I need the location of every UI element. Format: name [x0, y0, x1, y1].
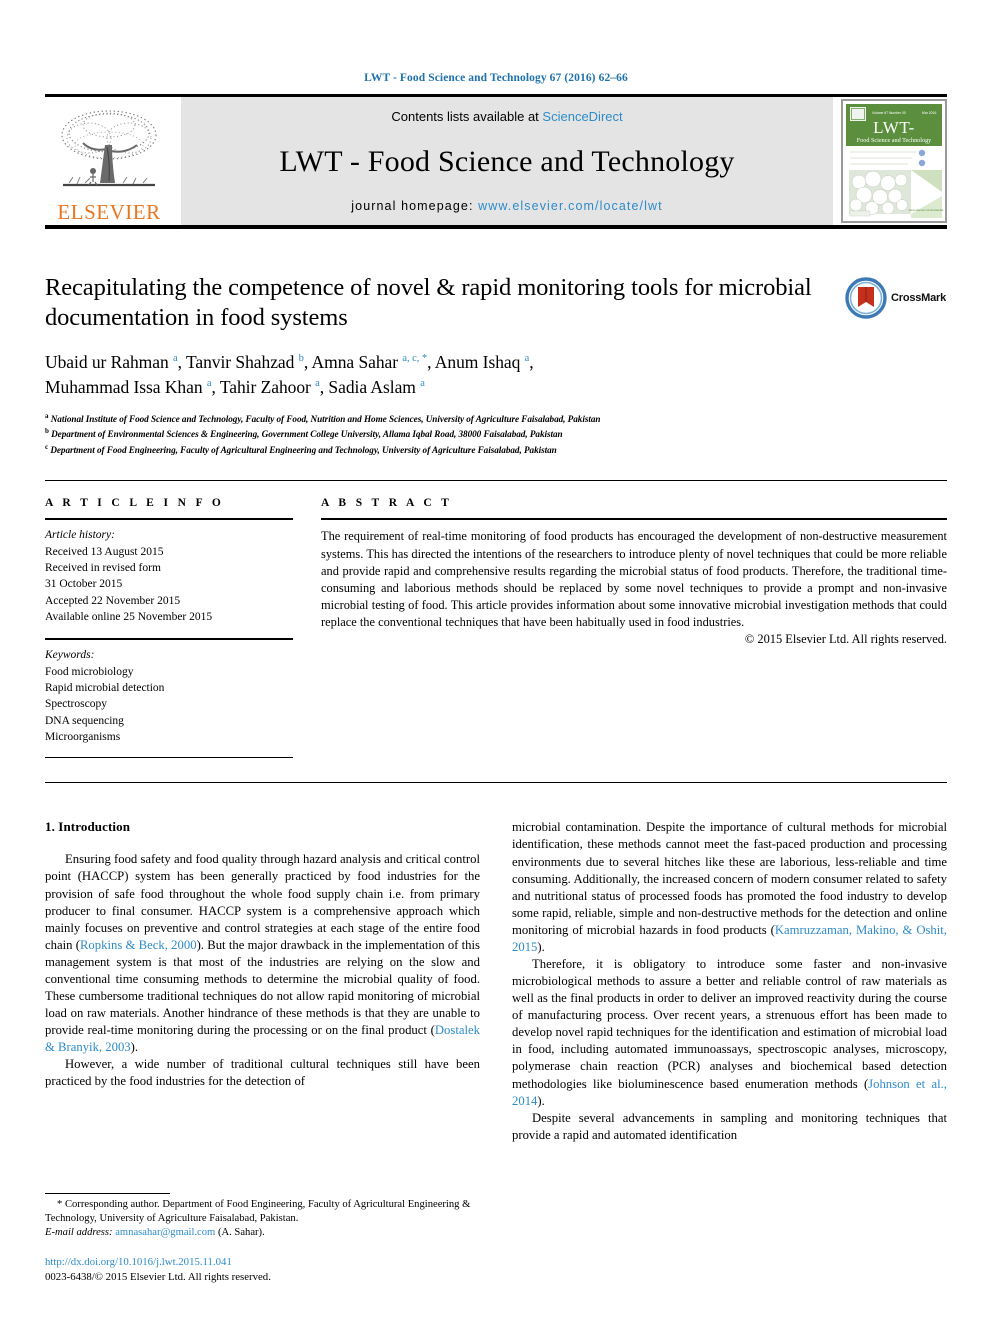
history-item: 31 October 2015	[45, 578, 123, 591]
affiliation-a: a National Institute of Food Science and…	[45, 411, 837, 427]
journal-cover-thumbnail: Volume 67 Number 00 Mar 2016 LWT- Food S…	[841, 99, 947, 223]
svg-text:www.elsevier.com/locate/lwt: www.elsevier.com/locate/lwt	[909, 208, 944, 212]
doi-link[interactable]: http://dx.doi.org/10.1016/j.lwt.2015.11.…	[45, 1255, 480, 1270]
corresponding-author-text: * Corresponding author. Department of Fo…	[45, 1198, 471, 1224]
homepage-prefix: journal homepage:	[351, 199, 474, 213]
affiliation-mark-a: a	[45, 411, 49, 420]
keywords-label: Keywords:	[45, 649, 95, 662]
journal-homepage-line: journal homepage: www.elsevier.com/locat…	[351, 199, 662, 213]
masthead-bottom-rule	[45, 225, 947, 229]
paragraph-text: ).	[537, 1093, 545, 1108]
affiliation-mark-c: c	[45, 443, 49, 452]
paragraph: Ensuring food safety and food quality th…	[45, 851, 480, 1056]
article-info-column: A R T I C L E I N F O Article history: R…	[45, 497, 293, 759]
article-info-heading: A R T I C L E I N F O	[45, 497, 225, 510]
affiliation-mark-b: b	[45, 427, 49, 436]
body-column-right: microbial contamination. Despite the imp…	[512, 819, 947, 1237]
keyword-item: Rapid microbial detection	[45, 682, 165, 695]
author-list: Ubaid ur Rahman a, Tanvir Shahzad b, Amn…	[45, 350, 837, 401]
keyword-list: Keywords: Food microbiology Rapid microb…	[45, 640, 293, 745]
elsevier-tree-icon	[61, 110, 157, 187]
affiliation-list: a National Institute of Food Science and…	[45, 411, 837, 459]
body-columns: 1. Introduction Ensuring food safety and…	[45, 819, 947, 1237]
affiliation-text-a: National Institute of Food Science and T…	[50, 413, 601, 424]
keyword-item: Food microbiology	[45, 665, 134, 678]
affiliation-text-b: Department of Environmental Sciences & E…	[51, 429, 563, 440]
crossmark-icon	[845, 277, 887, 319]
body-top-rule	[45, 782, 947, 784]
keyword-item: Spectroscopy	[45, 698, 107, 711]
sciencedirect-link[interactable]: ScienceDirect	[542, 109, 622, 124]
paragraph-text: However, a wide number of traditional cu…	[45, 1057, 480, 1089]
article-title: Recapitulating the competence of novel &…	[45, 274, 812, 331]
running-head: LWT - Food Science and Technology 67 (20…	[364, 72, 628, 84]
issn-copyright-line: 0023-6438/© 2015 Elsevier Ltd. All right…	[45, 1271, 271, 1284]
affiliation-text-c: Department of Food Engineering, Faculty …	[50, 445, 557, 456]
corresponding-author-note: * Corresponding author. Department of Fo…	[45, 1198, 480, 1241]
keywords-bottom-rule	[45, 757, 293, 759]
article-history-label: Article history:	[45, 529, 115, 542]
paragraph: However, a wide number of traditional cu…	[45, 1056, 480, 1090]
section-heading-introduction: 1. Introduction	[45, 819, 131, 835]
title-block: Recapitulating the competence of novel &…	[45, 273, 947, 458]
paragraph-text: ).	[130, 1040, 139, 1055]
history-item: Accepted 22 November 2015	[45, 594, 181, 607]
contents-available-line: Contents lists available at ScienceDirec…	[391, 109, 622, 124]
paragraph-text: ). But the major drawback in the impleme…	[45, 937, 480, 1038]
footnote-rule	[45, 1192, 170, 1194]
affiliation-c: c Department of Food Engineering, Facult…	[45, 442, 837, 458]
journal-title: LWT - Food Science and Technology	[279, 144, 735, 178]
abstract-text: The requirement of real-time monitoring …	[321, 529, 947, 629]
info-abstract-area: A R T I C L E I N F O Article history: R…	[45, 481, 947, 759]
history-item: Available online 25 November 2015	[45, 611, 213, 624]
crossmark-badge[interactable]: CrossMark	[845, 275, 947, 321]
journal-cover-image: Volume 67 Number 00 Mar 2016 LWT- Food S…	[842, 100, 946, 222]
paragraph-text: Despite several advancements in sampling…	[512, 1110, 947, 1142]
paragraph-text: Therefore, it is obligatory to introduce…	[512, 956, 947, 1091]
svg-text:LWT-: LWT-	[873, 118, 915, 137]
abstract-copyright: © 2015 Elsevier Ltd. All rights reserved…	[744, 632, 947, 647]
article-page: LWT - Food Science and Technology 67 (20…	[0, 0, 992, 1323]
author-line-1: Ubaid ur Rahman a, Tanvir Shahzad b, Amn…	[45, 351, 534, 372]
article-history: Article history: Received 13 August 2015…	[45, 520, 293, 625]
email-link[interactable]: amnasahar@gmail.com	[115, 1227, 215, 1238]
citation-link[interactable]: Ropkins & Beck, 2000	[80, 938, 197, 952]
doi-block: http://dx.doi.org/10.1016/j.lwt.2015.11.…	[45, 1255, 480, 1285]
elsevier-wordmark: ELSEVIER	[57, 200, 161, 224]
abstract-heading: A B S T R A C T	[321, 497, 453, 510]
history-item: Received in revised form	[45, 562, 161, 575]
elsevier-logo: ELSEVIER	[45, 97, 173, 225]
email-owner: (A. Sahar).	[217, 1227, 265, 1239]
email-label: E-mail address:	[45, 1227, 113, 1239]
abstract-column: A B S T R A C T The requirement of real-…	[321, 497, 947, 758]
body-column-left: 1. Introduction Ensuring food safety and…	[45, 819, 480, 1237]
masthead-center: Contents lists available at ScienceDirec…	[181, 97, 833, 225]
affiliation-b: b Department of Environmental Sciences &…	[45, 426, 837, 442]
homepage-url-link[interactable]: www.elsevier.com/locate/lwt	[478, 199, 663, 213]
keyword-item: Microorganisms	[45, 731, 121, 744]
paragraph: Therefore, it is obligatory to introduce…	[512, 956, 947, 1110]
contents-prefix: Contents lists available at	[391, 109, 539, 124]
author-line-2: Muhammad Issa Khan a, Tahir Zahoor a, Sa…	[45, 377, 425, 398]
svg-text:Food Science and Technology: Food Science and Technology	[857, 137, 932, 144]
paragraph: microbial contamination. Despite the imp…	[512, 819, 947, 956]
svg-text:Mar 2016: Mar 2016	[922, 111, 936, 115]
paragraph-text: ).	[537, 939, 545, 954]
history-item: Received 13 August 2015	[45, 545, 164, 558]
footnote-zone: * Corresponding author. Department of Fo…	[45, 1192, 480, 1285]
svg-text:Volume 67 Number 00: Volume 67 Number 00	[872, 111, 906, 115]
paragraph-text: microbial contamination. Despite the imp…	[512, 820, 947, 937]
journal-masthead: ELSEVIER Contents lists available at Sci…	[45, 97, 947, 225]
keyword-item: DNA sequencing	[45, 714, 124, 727]
crossmark-label: CrossMark	[891, 292, 947, 304]
paragraph: Despite several advancements in sampling…	[512, 1110, 947, 1144]
